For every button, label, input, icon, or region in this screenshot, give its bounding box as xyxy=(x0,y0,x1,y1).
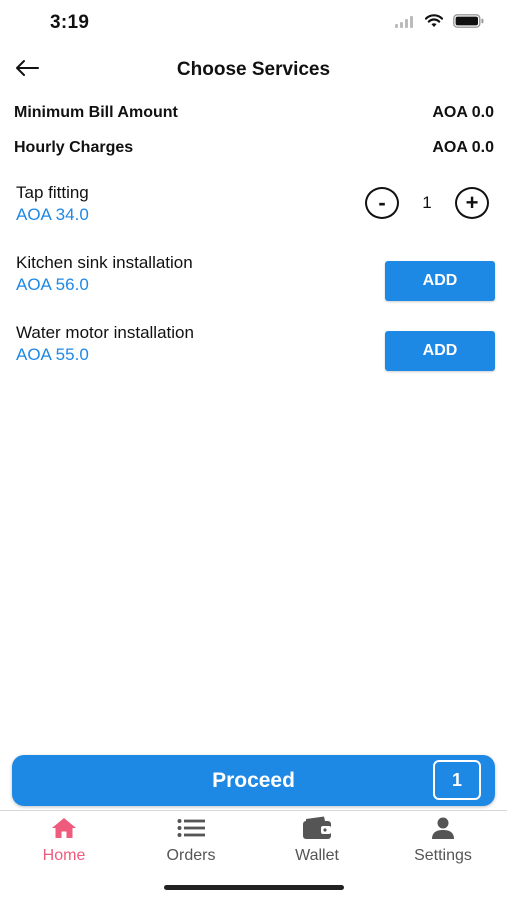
status-bar: 3:19 xyxy=(0,0,507,46)
service-price: AOA 55.0 xyxy=(16,345,89,364)
quantity-value: 1 xyxy=(422,193,432,212)
increment-button[interactable]: + xyxy=(455,187,489,219)
page-title: Choose Services xyxy=(176,59,331,80)
wifi-icon xyxy=(424,14,444,33)
battery-icon xyxy=(453,14,485,33)
service-price: AOA 34.0 xyxy=(16,205,89,224)
tab-orders[interactable]: Orders xyxy=(141,817,241,869)
signal-icon xyxy=(395,15,415,33)
hourly-charges-label: Hourly Charges xyxy=(14,139,134,156)
tab-label: Orders xyxy=(166,847,216,864)
wallet-icon xyxy=(302,816,332,845)
service-name: Tap fitting xyxy=(16,183,89,202)
service-name: Water motor installation xyxy=(16,323,194,342)
home-indicator[interactable] xyxy=(164,885,344,890)
tab-label: Wallet xyxy=(295,847,339,864)
service-item-water-motor: Water motor installation AOA 55.0 ADD xyxy=(16,323,495,373)
tab-wallet[interactable]: Wallet xyxy=(267,816,367,869)
quantity-stepper: - 1 + xyxy=(365,187,489,219)
hourly-charges-value: AOA 0.0 xyxy=(432,139,494,156)
tab-label: Settings xyxy=(414,847,472,864)
status-icons xyxy=(395,14,485,33)
add-water-motor-button[interactable]: ADD xyxy=(385,331,495,371)
service-price: AOA 56.0 xyxy=(16,275,89,294)
nav-bar: Choose Services xyxy=(0,50,507,90)
service-item-tap-fitting: Tap fitting AOA 34.0 - 1 + xyxy=(16,183,495,233)
decrement-button[interactable]: - xyxy=(365,187,399,219)
list-icon xyxy=(177,818,205,843)
tab-label: Home xyxy=(42,847,86,864)
hourly-charges-row: Hourly Charges AOA 0.0 xyxy=(14,137,494,159)
add-kitchen-sink-button[interactable]: ADD xyxy=(385,261,495,301)
service-name: Kitchen sink installation xyxy=(16,253,193,272)
tab-settings[interactable]: Settings xyxy=(393,817,493,869)
person-icon xyxy=(431,816,455,845)
proceed-button[interactable]: Proceed 1 xyxy=(12,755,495,806)
minimum-bill-row: Minimum Bill Amount AOA 0.0 xyxy=(14,102,494,124)
service-item-kitchen-sink: Kitchen sink installation AOA 56.0 ADD xyxy=(16,253,495,303)
minimum-bill-label: Minimum Bill Amount xyxy=(14,104,178,121)
minimum-bill-value: AOA 0.0 xyxy=(432,104,494,121)
home-icon xyxy=(51,817,77,844)
status-time: 3:19 xyxy=(50,12,90,33)
proceed-label: Proceed xyxy=(212,769,295,792)
tab-home[interactable]: Home xyxy=(14,817,114,869)
cart-count-badge: 1 xyxy=(433,760,481,800)
